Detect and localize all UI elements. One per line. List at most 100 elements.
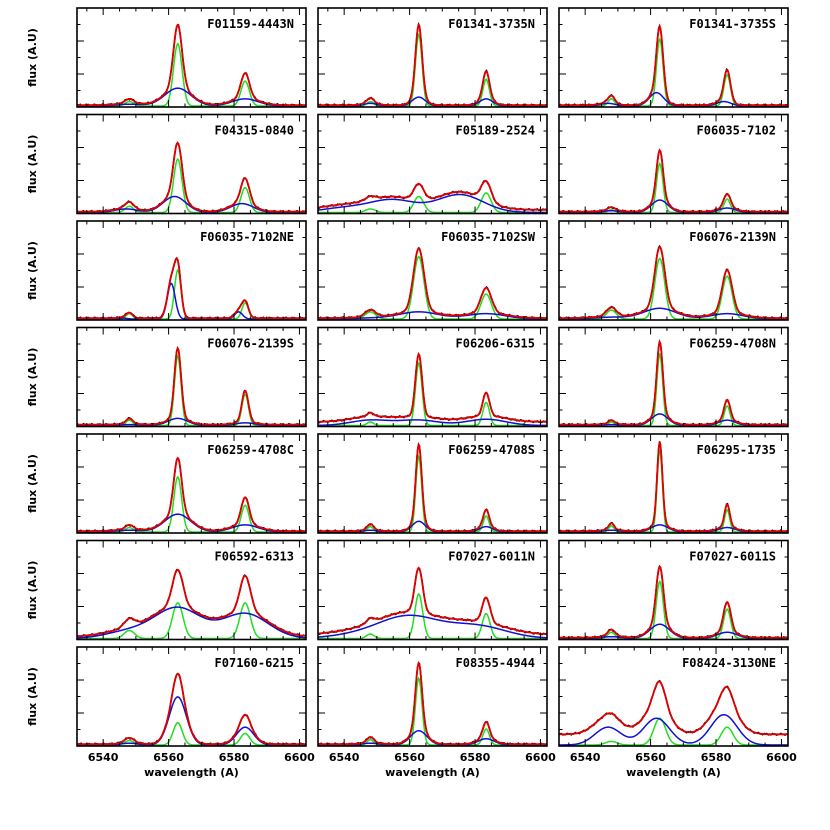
broad-component-line: [77, 606, 306, 639]
panel: F06295-1735: [558, 433, 789, 534]
panel-label: F06206-6315: [456, 337, 535, 351]
y-axis-label: flux (A.U): [26, 454, 39, 513]
panel-curves: [318, 179, 547, 214]
x-tick-label: 6560: [394, 751, 425, 764]
panel: F07160-6215 flux (A.U) 6540 6560 6580 6600 wav…: [26, 646, 315, 779]
panel-label: F06076-2139N: [689, 230, 776, 244]
total-fit-line: [77, 256, 306, 320]
panel-curves: [77, 23, 306, 107]
panel-label: F01159-4443N: [207, 17, 294, 31]
panel: F06592-6313 flux (A.U): [26, 539, 307, 641]
x-tick-label: 6600: [284, 751, 315, 764]
observed-spectrum: [318, 21, 547, 107]
panel: F06076-2139N: [558, 220, 789, 321]
y-axis-label: flux (A.U): [26, 135, 39, 194]
x-tick-label: 6580: [460, 751, 491, 764]
narrow-component-line: [559, 580, 788, 640]
panel: F06035-7102NE flux (A.U): [26, 220, 307, 321]
panel-curves: [559, 339, 788, 427]
panel: F01159-4443N flux (A.U): [26, 7, 307, 108]
panel: F06076-2139S flux (A.U): [26, 326, 307, 428]
panel-curves: [77, 568, 306, 640]
panel-curves: [318, 21, 547, 107]
panel: F06035-7102: [558, 113, 789, 215]
broad-component-line: [318, 614, 547, 639]
x-axis-label: wavelength (A): [626, 766, 721, 779]
observed-spectrum: [77, 346, 306, 427]
total-fit-line: [318, 441, 547, 533]
observed-spectrum: [559, 679, 788, 737]
x-tick-label: 6560: [635, 751, 666, 764]
panel-label: F06592-6313: [215, 550, 294, 564]
panel-label: F07160-6215: [215, 656, 294, 670]
panel-label: F06035-7102: [697, 124, 776, 138]
observed-spectrum: [559, 339, 788, 427]
panel-label: F06035-7102NE: [200, 230, 294, 244]
panel-curves: [77, 345, 306, 427]
narrow-component-line: [559, 162, 788, 214]
narrow-component-line: [77, 721, 306, 746]
panel: F08355-4944 6540 6560 6580 6600 wavelength (A…: [317, 646, 556, 779]
panel-curves: [318, 441, 547, 533]
y-axis-label: flux (A.U): [26, 28, 39, 87]
panel: F06259-4708S: [317, 433, 548, 534]
spectra-figure: F01159-4443N flux (A.U) F01341-3735N F01341…: [26, 7, 797, 779]
panel-curves: [77, 141, 306, 214]
panel: F06259-4708N: [558, 326, 789, 428]
panel: F05189-2524: [317, 113, 548, 215]
observed-spectrum: [318, 353, 547, 424]
panel-label: F06259-4708C: [207, 443, 294, 457]
observed-spectrum: [318, 442, 547, 533]
y-axis-label: flux (A.U): [26, 667, 39, 726]
y-axis-label: flux (A.U): [26, 348, 39, 407]
total-fit-line: [77, 345, 306, 426]
narrow-component-line: [559, 449, 788, 533]
total-fit-line: [77, 23, 306, 107]
x-tick-label: 6580: [701, 751, 732, 764]
panel-curves: [559, 148, 788, 214]
y-axis-label: flux (A.U): [26, 561, 39, 620]
panel-label: F05189-2524: [456, 124, 535, 138]
panel-curves: [318, 660, 547, 746]
total-fit-line: [318, 566, 547, 636]
panel: F06206-6315: [317, 326, 548, 428]
narrow-component-line: [318, 361, 547, 427]
total-fit-line: [318, 660, 547, 746]
panel-label: F01341-3735N: [448, 17, 535, 31]
panel: F08424-3130NE 6540 6560 6580 6600 wavelength …: [558, 646, 797, 779]
panel-label: F06259-4708N: [689, 337, 776, 351]
panel-curves: [318, 351, 547, 427]
x-tick-label: 6540: [570, 751, 601, 764]
total-fit-line: [559, 148, 788, 213]
panel-curves: [77, 456, 306, 533]
panel: F01341-3735N: [317, 7, 548, 108]
panel-label: F04315-0840: [215, 124, 294, 138]
total-fit-line: [77, 456, 306, 533]
total-fit-line: [318, 22, 547, 107]
panel-curves: [559, 679, 788, 746]
panel: F07027-6011S: [558, 539, 789, 641]
x-axis-label: wavelength (A): [385, 766, 480, 779]
panel-label: F06259-4708S: [448, 443, 535, 457]
panel-label: F08355-4944: [456, 656, 535, 670]
x-axis-label: wavelength (A): [144, 766, 239, 779]
x-tick-label: 6600: [525, 751, 556, 764]
total-fit-line: [559, 339, 788, 426]
total-fit-line: [318, 351, 547, 423]
observed-spectrum: [77, 256, 306, 320]
panel: F06035-7102SW: [317, 220, 548, 321]
panel-label: F07027-6011N: [448, 550, 535, 564]
y-axis-label: flux (A.U): [26, 241, 39, 300]
broad-component-line: [77, 696, 306, 746]
observed-spectrum: [559, 23, 788, 107]
panel-label: F06295-1735: [697, 443, 776, 457]
observed-spectrum: [77, 568, 306, 638]
total-fit-line: [559, 245, 788, 319]
narrow-component-line: [77, 268, 306, 320]
total-fit-line: [77, 141, 306, 213]
narrow-component-line: [318, 676, 547, 746]
observed-spectrum: [77, 672, 306, 746]
panel: F06259-4708C flux (A.U): [26, 433, 307, 534]
panel: F07027-6011N: [317, 539, 548, 641]
observed-spectrum: [559, 148, 788, 214]
